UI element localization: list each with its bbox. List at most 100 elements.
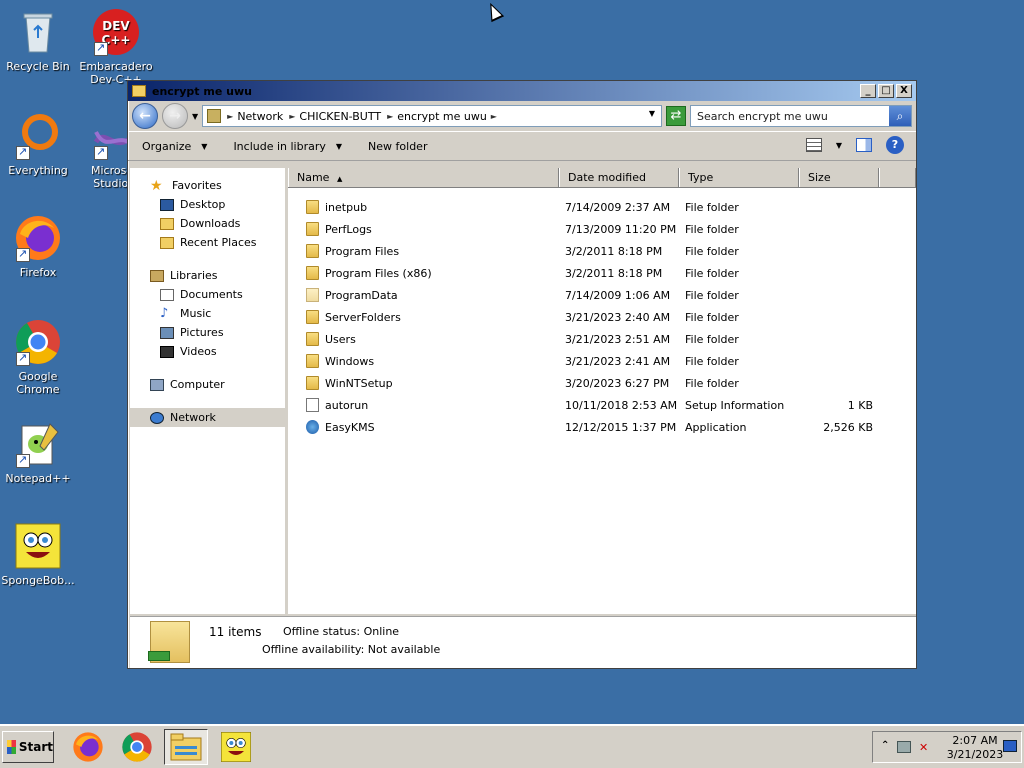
nav-recent-places[interactable]: Recent Places xyxy=(130,233,285,252)
file-row-users[interactable]: Users 3/21/2023 2:51 AM File folder xyxy=(288,328,916,350)
include-in-library-button[interactable]: Include in library ▼ xyxy=(233,140,342,153)
desktop-icon-label: Google Chrome xyxy=(16,370,60,396)
column-header-filler xyxy=(879,168,916,187)
shortcut-arrow-icon xyxy=(16,247,30,262)
item-count: 11 items xyxy=(209,625,262,639)
nav-favorites[interactable]: ★ Favorites xyxy=(130,176,285,195)
start-button[interactable]: Start xyxy=(2,731,54,763)
nav-desktop[interactable]: Desktop xyxy=(130,195,285,214)
application-icon xyxy=(306,420,319,434)
chrome-icon xyxy=(14,318,62,366)
downloads-icon xyxy=(160,217,174,230)
change-view-icon[interactable] xyxy=(805,138,822,152)
address-dropdown-icon[interactable]: ▼ xyxy=(649,109,655,118)
recent-pages-dropdown-icon[interactable]: ▼ xyxy=(192,112,198,121)
folder-icon xyxy=(306,200,319,214)
back-button[interactable]: ← xyxy=(132,103,158,129)
chevron-right-icon: ► xyxy=(387,111,394,121)
refresh-button[interactable]: ⇄ xyxy=(666,106,686,126)
search-input[interactable]: Search encrypt me uwu ⌕ xyxy=(690,105,912,127)
view-options-dropdown-icon[interactable]: ▼ xyxy=(836,141,842,150)
file-rows: inetpub 7/14/2009 2:37 AM File folder Perf… xyxy=(288,188,916,438)
column-header-type[interactable]: Type xyxy=(679,168,799,187)
taskbar-explorer[interactable] xyxy=(164,729,208,765)
file-row-programdata[interactable]: ProgramData 7/14/2009 1:06 AM File folder xyxy=(288,284,916,306)
breadcrumb-chicken-butt[interactable]: ► CHICKEN-BUTT xyxy=(289,110,381,123)
show-desktop-icon[interactable] xyxy=(1003,740,1017,752)
minimize-button[interactable]: _ xyxy=(860,84,876,98)
close-button[interactable]: X xyxy=(896,84,912,98)
file-row-windows[interactable]: Windows 3/21/2023 2:41 AM File folder xyxy=(288,350,916,372)
desktop-icon-label: Firefox xyxy=(19,266,57,279)
new-folder-button[interactable]: New folder xyxy=(368,140,427,153)
column-header-date-modified[interactable]: Date modified xyxy=(559,168,679,187)
breadcrumb-network[interactable]: ► Network xyxy=(227,110,283,123)
nav-network[interactable]: Network xyxy=(130,408,285,427)
shortcut-arrow-icon xyxy=(16,145,30,160)
action-center-icon[interactable] xyxy=(897,741,911,753)
column-header-name[interactable]: Name ▲ xyxy=(288,168,559,187)
nav-documents[interactable]: Documents xyxy=(130,285,285,304)
network-folder-icon xyxy=(207,109,222,123)
file-row-winntsetup[interactable]: WinNTSetup 3/20/2023 6:27 PM File folder xyxy=(288,372,916,394)
command-bar: Organize ▼ Include in library ▼ New folder… xyxy=(128,131,916,161)
help-icon[interactable]: ? xyxy=(886,136,904,154)
file-row-serverfolders[interactable]: ServerFolders 3/21/2023 2:40 AM File folde… xyxy=(288,306,916,328)
show-hidden-icons-icon[interactable]: ⌃ xyxy=(881,740,889,751)
music-icon: ♪ xyxy=(160,305,169,321)
column-headers: Name ▲ Date modified Type Size xyxy=(288,168,916,188)
desktop-icon-chrome[interactable]: Google Chrome xyxy=(0,318,76,396)
file-row-perflogs[interactable]: PerfLogs 7/13/2009 11:20 PM File folder xyxy=(288,218,916,240)
firefox-icon xyxy=(14,214,62,262)
taskbar-firefox[interactable] xyxy=(66,729,110,765)
column-header-size[interactable]: Size xyxy=(799,168,879,187)
address-bar[interactable]: ► Network ► CHICKEN-BUTT ► encrypt me uwu ► … xyxy=(202,105,662,127)
shortcut-arrow-icon xyxy=(94,145,108,160)
nav-downloads[interactable]: Downloads xyxy=(130,214,285,233)
desktop-icon-label: Everything xyxy=(8,164,68,177)
folder-icon xyxy=(306,376,319,390)
nav-videos[interactable]: Videos xyxy=(130,342,285,361)
nav-computer[interactable]: Computer xyxy=(130,375,285,394)
taskbar-spongebob[interactable] xyxy=(214,729,258,765)
taskbar-chrome[interactable] xyxy=(115,729,159,765)
desktop-icon-spongebob[interactable]: SpongeBob... xyxy=(0,522,76,587)
documents-icon xyxy=(160,288,174,301)
pictures-icon xyxy=(160,326,174,339)
nav-music[interactable]: ♪ Music xyxy=(130,304,285,323)
desktop-icon-firefox[interactable]: Firefox xyxy=(0,214,76,279)
offline-availability: Offline availability: Not available xyxy=(262,643,441,656)
nav-pictures[interactable]: Pictures xyxy=(130,323,285,342)
file-list[interactable]: Name ▲ Date modified Type Size inetpub 7/… xyxy=(288,168,916,614)
clock-date: 3/21/2023 xyxy=(946,748,1004,761)
volume-muted-icon[interactable]: ✕ xyxy=(919,741,933,754)
desktop-icon-devcpp[interactable]: DEVC++ Embarcadero Dev-C++ xyxy=(78,8,154,86)
maximize-button[interactable]: □ xyxy=(878,84,894,98)
desktop-icon-everything[interactable]: Everything xyxy=(0,112,76,177)
file-row-program-files-x86[interactable]: Program Files (x86) 3/2/2011 8:18 PM File … xyxy=(288,262,916,284)
preview-pane-icon[interactable] xyxy=(856,138,872,152)
search-icon[interactable]: ⌕ xyxy=(889,106,911,126)
videos-icon xyxy=(160,345,174,358)
organize-button[interactable]: Organize ▼ xyxy=(142,140,207,153)
file-row-inetpub[interactable]: inetpub 7/14/2009 2:37 AM File folder xyxy=(288,196,916,218)
desktop-icon-notepadpp[interactable]: Notepad++ xyxy=(0,420,76,485)
navigation-pane: ★ Favorites Desktop Downloads Recent Plac… xyxy=(130,168,288,614)
clock[interactable]: 2:07 AM 3/21/2023 xyxy=(943,734,1007,762)
desktop-icon-label: Notepad++ xyxy=(5,472,71,485)
nav-libraries[interactable]: Libraries xyxy=(130,266,285,285)
title-bar[interactable]: encrypt me uwu _ □ X xyxy=(128,81,916,101)
desktop-icon xyxy=(160,198,174,211)
desktop-icon-recycle-bin[interactable]: Recycle Bin xyxy=(0,8,76,73)
breadcrumb-encrypt-me-uwu[interactable]: ► encrypt me uwu ► xyxy=(387,110,497,123)
file-row-program-files[interactable]: Program Files 3/2/2011 8:18 PM File folder xyxy=(288,240,916,262)
file-row-autorun[interactable]: autorun 10/11/2018 2:53 AM Setup Informati… xyxy=(288,394,916,416)
address-bar-row: ← → ▼ ► Network ► CHICKEN-BUTT ► encrypt me… xyxy=(128,101,916,131)
explorer-window[interactable]: encrypt me uwu _ □ X ← → ▼ ► Network ► CHI… xyxy=(127,80,917,669)
file-row-easykms[interactable]: EasyKMS 12/12/2015 1:37 PM Application 2,52… xyxy=(288,416,916,438)
folder-icon xyxy=(132,85,146,97)
firefox-icon xyxy=(73,732,103,762)
forward-button[interactable]: → xyxy=(162,103,188,129)
network-icon xyxy=(150,411,164,424)
clock-time: 2:07 AM xyxy=(952,734,998,747)
